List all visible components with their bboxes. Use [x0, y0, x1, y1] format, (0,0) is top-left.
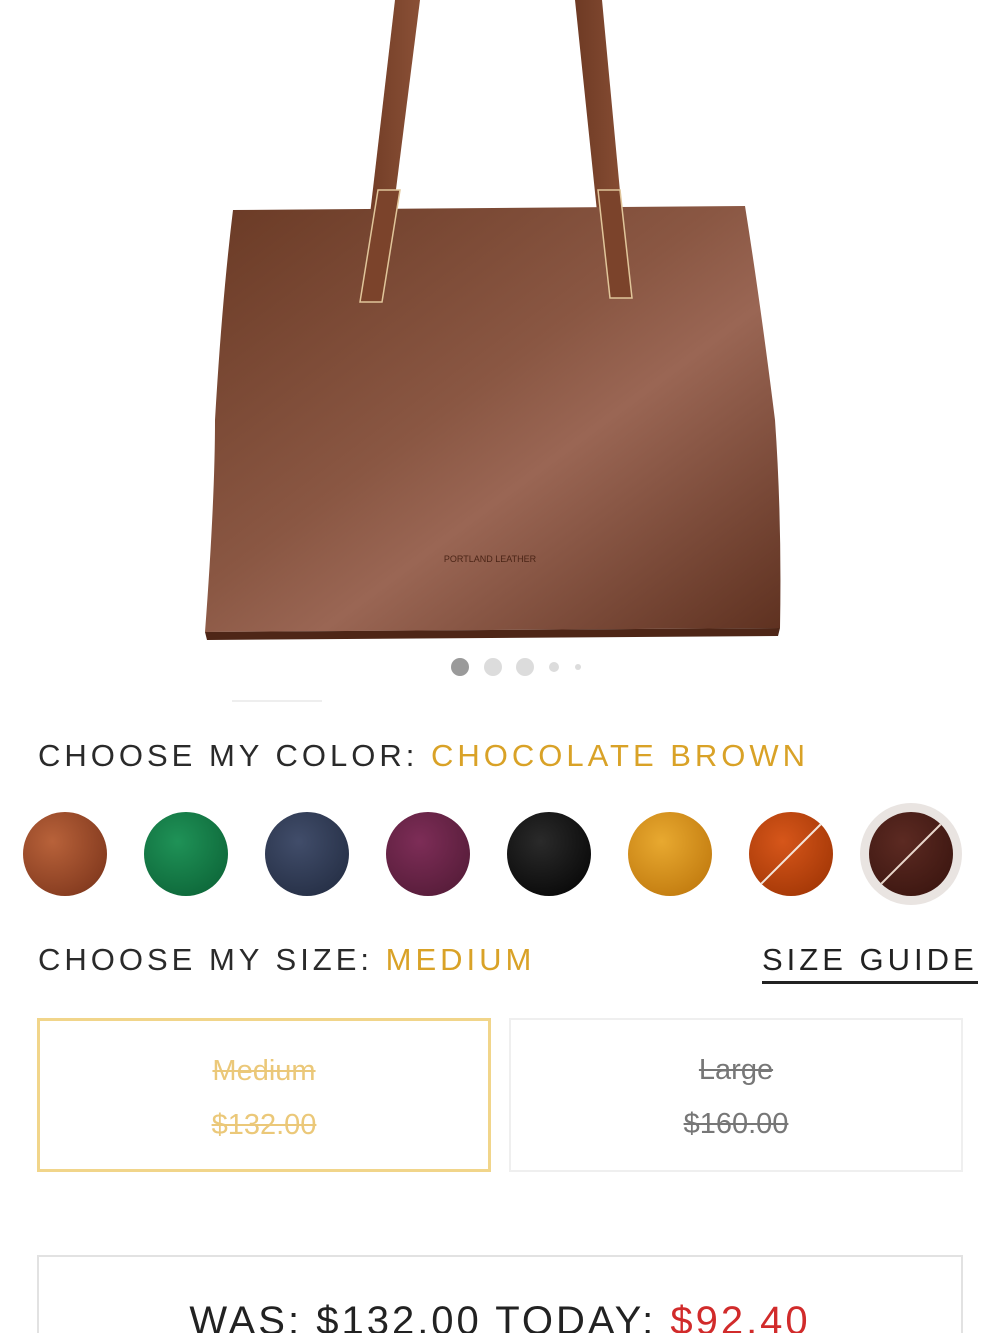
- size-option-price: $160.00: [683, 1108, 789, 1140]
- carousel-dot-2[interactable]: [484, 658, 502, 676]
- size-option-large[interactable]: Large $160.00: [509, 1018, 963, 1172]
- product-image[interactable]: PORTLAND LEATHER: [0, 0, 1000, 650]
- color-swatch-black[interactable]: [507, 812, 591, 896]
- color-label-prefix: CHOOSE MY COLOR:: [38, 738, 419, 773]
- size-guide-link[interactable]: SIZE GUIDE: [762, 942, 978, 984]
- price-line: WAS: $132.00 TODAY: $92.40: [39, 1299, 961, 1333]
- size-chooser-label: CHOOSE MY SIZE: MEDIUM: [38, 942, 535, 978]
- unavailable-slash-icon: [760, 823, 822, 885]
- was-price: $132.00: [316, 1299, 482, 1333]
- unavailable-slash-icon: [880, 823, 942, 885]
- color-swatch-green[interactable]: [144, 812, 228, 896]
- selected-size-name: MEDIUM: [385, 942, 536, 977]
- divider: [232, 700, 322, 702]
- color-swatch-plum[interactable]: [386, 812, 470, 896]
- size-label-prefix: CHOOSE MY SIZE:: [38, 942, 374, 977]
- price-summary: WAS: $132.00 TODAY: $92.40: [37, 1255, 963, 1333]
- carousel-dot-5[interactable]: [575, 664, 581, 670]
- carousel-dots: [0, 655, 1000, 679]
- size-option-price: $132.00: [211, 1109, 317, 1141]
- color-chooser-label: CHOOSE MY COLOR: CHOCOLATE BROWN: [38, 738, 809, 774]
- brand-stamp: PORTLAND LEATHER: [444, 554, 537, 564]
- size-option-name: Large: [698, 1054, 774, 1086]
- was-label: WAS:: [189, 1299, 303, 1333]
- color-swatch-honey[interactable]: [628, 812, 712, 896]
- selected-color-name: CHOCOLATE BROWN: [431, 738, 810, 773]
- carousel-dot-3[interactable]: [516, 658, 534, 676]
- color-swatch-orange[interactable]: [749, 812, 833, 896]
- carousel-dot-1[interactable]: [451, 658, 469, 676]
- carousel-dot-4[interactable]: [549, 662, 559, 672]
- color-swatch-navy[interactable]: [265, 812, 349, 896]
- today-label: TODAY:: [495, 1299, 657, 1333]
- color-swatch-chocolate-brown[interactable]: [869, 812, 953, 896]
- today-price: $92.40: [670, 1299, 811, 1333]
- size-option-name: Medium: [212, 1055, 316, 1087]
- color-swatch-tan[interactable]: [23, 812, 107, 896]
- size-option-medium[interactable]: Medium $132.00: [37, 1018, 491, 1172]
